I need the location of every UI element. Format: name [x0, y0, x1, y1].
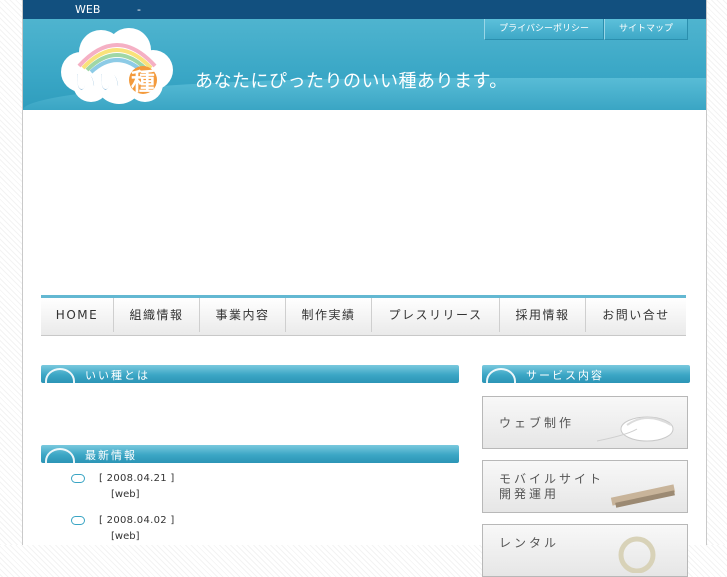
service-label: ウェブ制作	[499, 416, 575, 430]
services-section-header: サービス内容	[482, 365, 690, 384]
news-category: [web]	[111, 531, 140, 542]
news-date[interactable]: [ 2008.04.21 ]	[99, 473, 175, 484]
about-section-header: いい種とは	[41, 365, 459, 384]
svg-text:いい: いい	[73, 68, 121, 96]
service-rental-banner[interactable]: レンタル	[482, 524, 688, 577]
service-label: モバイルサイト	[499, 472, 605, 486]
top-bar: WEB -	[23, 0, 706, 19]
service-web-production-banner[interactable]: ウェブ制作	[482, 396, 688, 449]
privacy-policy-link[interactable]: プライバシーポリシー	[484, 19, 604, 40]
nav-home[interactable]: HOME	[41, 298, 114, 332]
news-category: [web]	[111, 489, 140, 500]
logo-cloud-icon: いい 種	[61, 28, 173, 104]
cloud-bullet-icon	[71, 474, 85, 483]
nav-works[interactable]: 制作実績	[286, 298, 372, 332]
rental-item-icon	[618, 536, 656, 573]
arc-icon	[45, 448, 75, 464]
service-mobile-site-banner[interactable]: モバイルサイト 開発運用	[482, 460, 688, 513]
nav-organization[interactable]: 組織情報	[114, 298, 200, 332]
service-label-line2: 開発運用	[499, 487, 560, 501]
mobile-device-icon	[610, 484, 676, 508]
nav-press-release[interactable]: プレスリリース	[372, 298, 500, 332]
news-section-title: 最新情報	[85, 449, 137, 462]
header-links: プライバシーポリシー サイトマップ	[484, 19, 688, 40]
mouse-icon	[597, 416, 674, 442]
nav-business[interactable]: 事業内容	[200, 298, 286, 332]
page-container: WEB - プライバシーポリシー サイトマップ いい 種 あなたにぴったりのいい…	[22, 0, 707, 577]
arc-icon	[45, 368, 75, 384]
site-logo[interactable]: いい 種	[59, 22, 175, 106]
svg-text:種: 種	[131, 68, 155, 96]
services-section-title: サービス内容	[526, 369, 604, 382]
news-date[interactable]: [ 2008.04.02 ]	[99, 515, 175, 526]
sitemap-link[interactable]: サイトマップ	[603, 19, 688, 40]
top-bar-separator: -	[137, 3, 141, 16]
main-nav: HOME 組織情報 事業内容 制作実績 プレスリリース 採用情報 お問い合せ	[41, 295, 686, 336]
site-header: プライバシーポリシー サイトマップ いい 種 あなたにぴったりのいい種あります。	[23, 19, 706, 110]
about-section-title: いい種とは	[85, 369, 150, 382]
nav-contact[interactable]: お問い合せ	[586, 298, 686, 332]
service-label: レンタル	[499, 536, 560, 550]
cloud-bullet-icon	[71, 516, 85, 525]
nav-recruit[interactable]: 採用情報	[500, 298, 586, 332]
top-bar-text: WEB	[75, 3, 101, 16]
site-tagline: あなたにぴったりのいい種あります。	[195, 71, 508, 92]
arc-icon	[486, 368, 516, 384]
news-section-header: 最新情報	[41, 445, 459, 464]
